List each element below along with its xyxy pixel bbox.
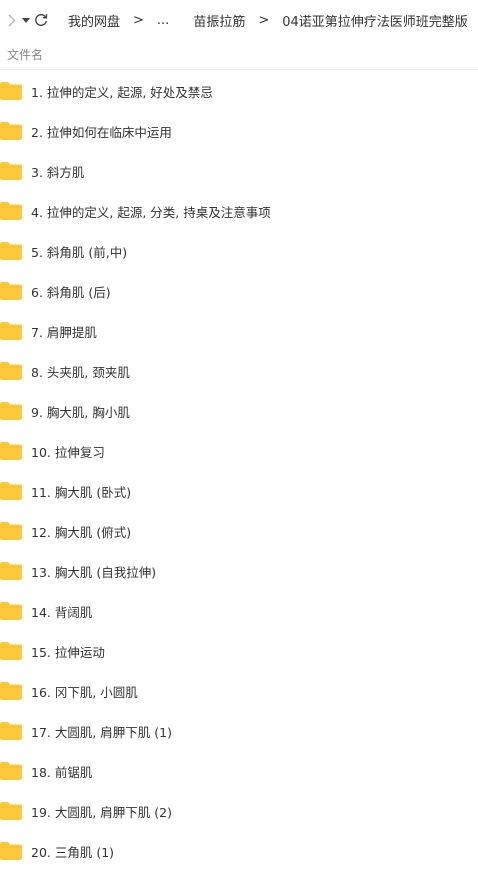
folder-name: 19. 大圆肌, 肩胛下肌 (2) bbox=[31, 804, 172, 820]
folder-row[interactable]: 7. 肩胛提肌 bbox=[0, 311, 478, 351]
folder-name: 4. 拉伸的定义, 起源, 分类, 持桌及注意事项 bbox=[31, 204, 271, 220]
folder-icon bbox=[0, 322, 22, 340]
caret-down-icon bbox=[22, 17, 30, 23]
name-column-header[interactable]: 文件名 bbox=[7, 46, 43, 63]
folder-name: 1. 拉伸的定义, 起源, 好处及禁忌 bbox=[31, 84, 213, 100]
breadcrumb-current[interactable]: 04诺亚第拉伸疗法医师班完整版 bbox=[282, 11, 468, 30]
folder-name: 13. 胸大肌 (自我拉伸) bbox=[31, 564, 157, 580]
folder-row[interactable]: 1. 拉伸的定义, 起源, 好处及禁忌 bbox=[0, 71, 478, 111]
folder-row[interactable]: 2. 拉伸如何在临床中运用 bbox=[0, 111, 478, 151]
folder-icon bbox=[0, 722, 22, 740]
folder-row[interactable]: 8. 头夹肌, 颈夹肌 bbox=[0, 351, 478, 391]
folder-icon bbox=[0, 682, 22, 700]
folder-row[interactable]: 13. 胸大肌 (自我拉伸) bbox=[0, 551, 478, 591]
folder-row[interactable]: 4. 拉伸的定义, 起源, 分类, 持桌及注意事项 bbox=[0, 191, 478, 231]
folder-icon bbox=[0, 122, 22, 140]
forward-button[interactable] bbox=[8, 0, 16, 40]
breadcrumb-folder[interactable]: 苗振拉筋 bbox=[193, 11, 245, 30]
folder-icon bbox=[0, 642, 22, 660]
folder-row[interactable]: 5. 斜角肌 (前,中) bbox=[0, 231, 478, 271]
folder-row[interactable]: 16. 冈下肌, 小圆肌 bbox=[0, 671, 478, 711]
folder-icon bbox=[0, 802, 22, 820]
folder-icon bbox=[0, 482, 22, 500]
folder-icon bbox=[0, 842, 22, 860]
folder-row[interactable]: 19. 大圆肌, 肩胛下肌 (2) bbox=[0, 791, 478, 831]
folder-row[interactable]: 9. 胸大肌, 胸小肌 bbox=[0, 391, 478, 431]
folder-name: 15. 拉伸运动 bbox=[31, 644, 105, 660]
folder-icon bbox=[0, 242, 22, 260]
folder-name: 9. 胸大肌, 胸小肌 bbox=[31, 404, 130, 420]
folder-row[interactable]: 14. 背阔肌 bbox=[0, 591, 478, 631]
folder-name: 11. 胸大肌 (卧式) bbox=[31, 484, 132, 500]
refresh-button[interactable] bbox=[34, 0, 48, 40]
folder-icon bbox=[0, 282, 22, 300]
folder-row[interactable]: 3. 斜方肌 bbox=[0, 151, 478, 191]
folder-name: 12. 胸大肌 (俯式) bbox=[31, 524, 132, 540]
folder-row[interactable]: 6. 斜角肌 (后) bbox=[0, 271, 478, 311]
chevron-right-icon bbox=[8, 14, 16, 26]
breadcrumb-separator: > bbox=[258, 12, 270, 28]
folder-row[interactable]: 10. 拉伸复习 bbox=[0, 431, 478, 471]
file-list-header: 文件名 bbox=[0, 40, 478, 70]
folder-name: 18. 前锯肌 bbox=[31, 764, 93, 780]
folder-name: 3. 斜方肌 bbox=[31, 164, 85, 180]
folder-icon bbox=[0, 162, 22, 180]
folder-name: 8. 头夹肌, 颈夹肌 bbox=[31, 364, 130, 380]
folder-row[interactable]: 12. 胸大肌 (俯式) bbox=[0, 511, 478, 551]
breadcrumb-root[interactable]: 我的网盘 bbox=[68, 11, 120, 30]
breadcrumb-separator: > bbox=[133, 12, 144, 28]
folder-icon bbox=[0, 82, 22, 100]
file-list: 1. 拉伸的定义, 起源, 好处及禁忌 2. 拉伸如何在临床中运用 3. 斜方肌 4.… bbox=[0, 71, 478, 871]
folder-name: 5. 斜角肌 (前,中) bbox=[31, 244, 128, 260]
breadcrumb-ellipsis[interactable]: ... bbox=[157, 13, 169, 28]
refresh-icon bbox=[35, 14, 48, 26]
folder-icon bbox=[0, 522, 22, 540]
folder-icon bbox=[0, 602, 22, 620]
history-dropdown-button[interactable] bbox=[22, 0, 30, 40]
folder-name: 6. 斜角肌 (后) bbox=[31, 284, 111, 300]
folder-icon bbox=[0, 562, 22, 580]
folder-name: 14. 背阔肌 bbox=[31, 604, 93, 620]
folder-name: 16. 冈下肌, 小圆肌 bbox=[31, 684, 138, 700]
folder-name: 10. 拉伸复习 bbox=[31, 444, 105, 460]
folder-row[interactable]: 17. 大圆肌, 肩胛下肌 (1) bbox=[0, 711, 478, 751]
folder-icon bbox=[0, 762, 22, 780]
folder-icon bbox=[0, 362, 22, 380]
folder-name: 7. 肩胛提肌 bbox=[31, 324, 97, 340]
folder-name: 17. 大圆肌, 肩胛下肌 (1) bbox=[31, 724, 172, 740]
folder-name: 2. 拉伸如何在临床中运用 bbox=[31, 124, 172, 140]
folder-row[interactable]: 20. 三角肌 (1) bbox=[0, 831, 478, 871]
folder-name: 20. 三角肌 (1) bbox=[31, 844, 115, 860]
folder-icon bbox=[0, 442, 22, 460]
path-toolbar: 我的网盘 > ... 苗振拉筋 > 04诺亚第拉伸疗法医师班完整版 > bbox=[0, 0, 478, 40]
folder-row[interactable]: 15. 拉伸运动 bbox=[0, 631, 478, 671]
folder-row[interactable]: 18. 前锯肌 bbox=[0, 751, 478, 791]
folder-row[interactable]: 11. 胸大肌 (卧式) bbox=[0, 471, 478, 511]
folder-icon bbox=[0, 402, 22, 420]
folder-icon bbox=[0, 202, 22, 220]
